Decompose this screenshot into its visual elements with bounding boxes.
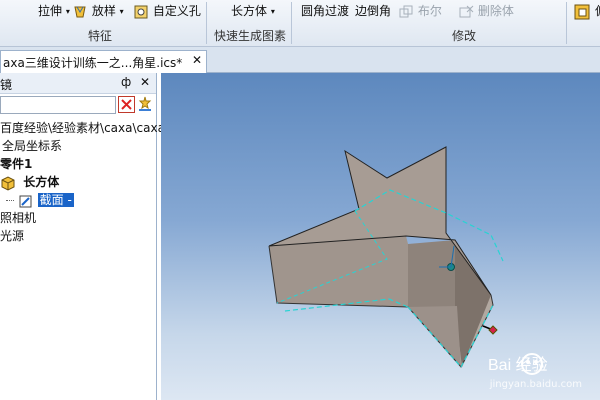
chamfer-label: 边倒角	[355, 4, 392, 18]
tree-item-label: 零件1	[0, 157, 33, 171]
boolean-icon	[399, 5, 413, 17]
custom-hole-icon	[134, 5, 148, 18]
box-feature-icon	[1, 175, 15, 191]
watermark-brand: Bai 经验	[488, 356, 548, 374]
tree-item-camera[interactable]: 照相机	[0, 209, 36, 227]
dropdown-arrow-icon: ▾	[119, 6, 124, 16]
tree-item-label: 百度经验\经验素材\caxa\caxa	[0, 121, 165, 135]
panel-header: 镜 ф ✕	[0, 73, 156, 94]
tree-item-label: 截面 -	[37, 193, 74, 207]
tree-item-label: 光源	[0, 229, 25, 243]
watermark-url: jingyan.baidu.com	[489, 379, 582, 390]
box-label: 长方体	[231, 4, 268, 18]
delete-body-icon	[459, 5, 474, 17]
custom-hole-label: 自定义孔	[152, 4, 201, 18]
delete-body-button[interactable]: 删除体	[458, 2, 514, 20]
group-separator	[206, 2, 207, 44]
custom-hole-button[interactable]: 自定义孔	[133, 2, 201, 20]
tree-item-box[interactable]: 长方体	[0, 173, 59, 191]
boolean-button[interactable]: 布尔	[398, 2, 442, 20]
close-tab-icon[interactable]: ✕	[192, 53, 202, 67]
shell-button[interactable]: 偏	[573, 2, 600, 20]
dropdown-arrow-icon: ▾	[270, 6, 275, 16]
boolean-label: 布尔	[417, 4, 442, 18]
loft-icon	[74, 6, 86, 17]
star-side-face	[455, 240, 491, 367]
panel-search-input[interactable]	[0, 96, 116, 114]
shell-icon	[574, 4, 590, 19]
tree-item-file-path[interactable]: 百度经验\经验素材\caxa\caxa	[0, 119, 165, 137]
group-separator	[291, 2, 292, 44]
group-separator	[566, 2, 567, 44]
delete-icon[interactable]	[118, 96, 135, 113]
design-tree-panel: 镜 ф ✕ 百度经验\经验素材\caxa\caxa 全局坐标系 零件1 长方体	[0, 73, 165, 400]
panel-title: 镜	[0, 78, 13, 92]
extrude-label: 拉伸	[38, 4, 63, 18]
3d-viewport[interactable]: Bai 经验 jingyan.baidu.com	[161, 73, 600, 400]
dropdown-arrow-icon: ▾	[65, 6, 70, 16]
tree-item-section[interactable]: 截面 -	[6, 191, 74, 209]
box-button[interactable]: 长方体 ▾	[231, 2, 275, 20]
star-model[interactable]	[161, 73, 600, 400]
quick-gen-group-label: 快速生成图素	[214, 29, 287, 43]
tree-item-label: 长方体	[23, 175, 60, 189]
document-tab-title: axa三维设计训练一之...角星.ics*	[3, 56, 183, 70]
tree-item-label: 全局坐标系	[2, 139, 63, 153]
baidu-logo: Bai 经验	[488, 353, 548, 375]
delete-body-label: 删除体	[477, 4, 514, 18]
document-tab-strip: axa三维设计训练一之...角星.ics* ✕	[0, 47, 600, 73]
shell-label: 偏	[595, 4, 600, 18]
ribbon-toolbar: 拉伸 ▾ 放样 ▾ 自定义孔 特征 长方体 ▾ 快速生成图素 圆角过渡 边倒角 …	[0, 0, 600, 47]
tree-item-label: 照相机	[0, 211, 37, 225]
sketch-icon	[19, 195, 32, 207]
feature-group-label: 特征	[88, 29, 113, 43]
tree-item-part1[interactable]: 零件1	[0, 155, 32, 173]
extrude-button[interactable]: 拉伸 ▾	[38, 2, 70, 20]
modify-group-label: 修改	[452, 29, 477, 43]
star-side-face	[269, 236, 408, 307]
pin-icon[interactable]: ф	[121, 75, 131, 89]
star-side-face	[408, 240, 455, 309]
panel-toolbar	[0, 94, 156, 116]
loft-label: 放样	[91, 4, 116, 18]
close-panel-icon[interactable]: ✕	[140, 75, 150, 89]
tree-connector	[6, 200, 14, 201]
tree-item-light[interactable]: 光源	[0, 227, 24, 245]
drag-handle[interactable]	[488, 325, 498, 335]
chamfer-button[interactable]: 边倒角	[355, 2, 391, 20]
tree-item-global-coords[interactable]: 全局坐标系	[2, 137, 62, 155]
filter-icon[interactable]	[137, 96, 153, 112]
loft-button[interactable]: 放样 ▾	[72, 2, 124, 20]
document-tab[interactable]: axa三维设计训练一之...角星.ics* ✕	[0, 50, 207, 73]
fillet-label: 圆角过渡	[301, 4, 350, 18]
fillet-button[interactable]: 圆角过渡	[301, 2, 349, 20]
